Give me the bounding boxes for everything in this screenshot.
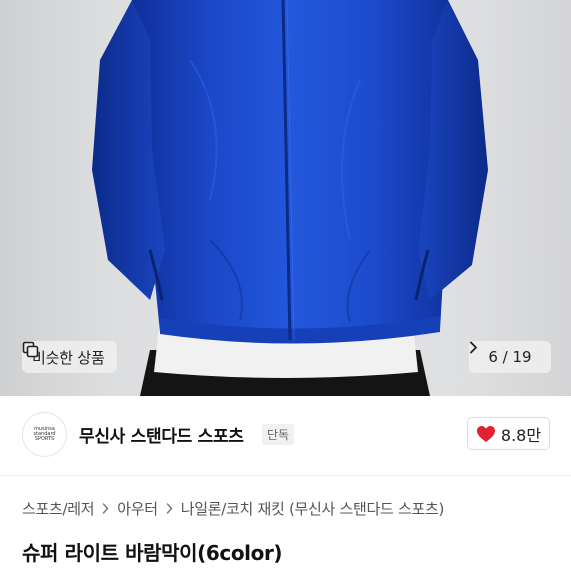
breadcrumb-item-outer[interactable]: 아우터 [117,498,158,519]
brand-name-link[interactable]: 무신사 스탠다드 스포츠 [79,422,244,447]
chevron-right-icon [166,503,172,514]
image-pager-button[interactable]: 6 / 19 [469,341,551,373]
similar-products-label: 비슷한 상품 [32,348,105,367]
brand-logo[interactable]: musinsa standard SPORTS [22,412,67,457]
breadcrumb: 스포츠/레저 아우터 나일론/코치 재킷 (무신사 스탠다드 스포츠) [22,498,444,519]
product-title: 슈퍼 라이트 바람막이(6color) [22,541,283,565]
breadcrumb-item-nylon-jacket[interactable]: 나일론/코치 재킷 (무신사 스탠다드 스포츠) [181,498,445,519]
exclusive-badge: 단독 [262,424,295,445]
image-pager-count: 6 / 19 [488,348,532,366]
similar-products-button[interactable]: 비슷한 상품 [22,341,117,373]
like-button[interactable]: 8.8만 [467,417,550,450]
product-photo [92,0,488,396]
chevron-right-icon [470,341,477,354]
brand-row: musinsa standard SPORTS 무신사 스탠다드 스포츠 단독 … [0,396,571,476]
breadcrumb-item-sports[interactable]: 스포츠/레저 [22,498,95,519]
heart-icon [476,425,495,442]
chevron-right-icon [103,503,109,514]
copy-icon [22,341,39,358]
like-count: 8.8만 [500,425,542,445]
product-image[interactable]: 비슷한 상품 6 / 19 [0,0,571,396]
brand-logo-line: SPORTS [34,436,55,443]
